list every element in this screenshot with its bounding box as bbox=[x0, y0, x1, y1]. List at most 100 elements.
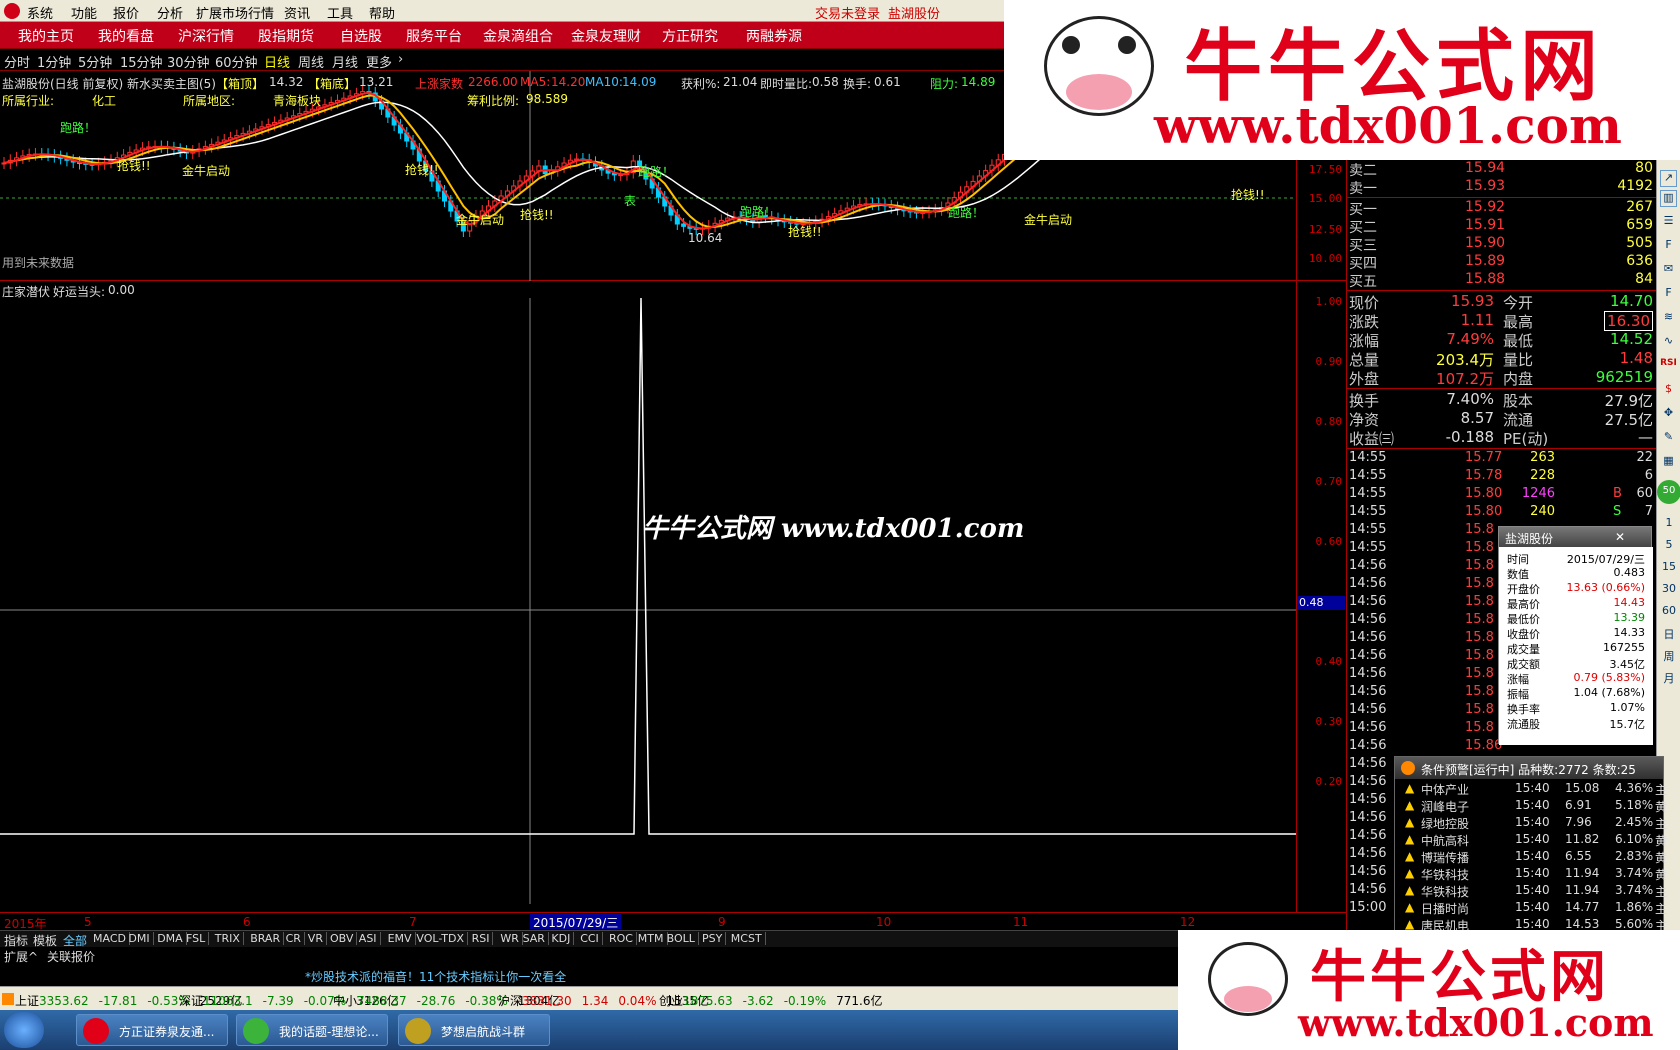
period-15min[interactable]: 15分钟 bbox=[120, 52, 163, 71]
period-weekly[interactable]: 周线 bbox=[298, 52, 324, 71]
task-forum[interactable]: 我的话题-理想论... bbox=[236, 1014, 388, 1046]
alert-time: 15:40 bbox=[1515, 849, 1550, 863]
tab-boll[interactable]: BOLL bbox=[667, 932, 699, 945]
tab-trix[interactable]: TRIX bbox=[215, 932, 244, 945]
zoom-badge[interactable]: 50 bbox=[1657, 480, 1680, 504]
tab-obv[interactable]: OBV bbox=[330, 932, 358, 945]
period-30min[interactable]: 30分钟 bbox=[167, 52, 210, 71]
menu-news[interactable]: 资讯 bbox=[284, 3, 310, 22]
tool-period-6[interactable]: 周 bbox=[1659, 648, 1679, 664]
tab-dma[interactable]: DMA bbox=[157, 932, 187, 945]
compare-icon[interactable]: ≋ bbox=[1660, 310, 1677, 327]
period-more[interactable]: 更多 bbox=[366, 52, 392, 71]
alert-row[interactable]: ▲ 绿地控股 15:40 7.96 2.45% 主 bbox=[1395, 815, 1667, 832]
pen-icon[interactable]: ✎ bbox=[1660, 430, 1677, 447]
tab-dmi[interactable]: DMI bbox=[128, 932, 154, 945]
nav-futures[interactable]: 股指期货 bbox=[258, 26, 314, 46]
tool-period-7[interactable]: 月 bbox=[1659, 670, 1679, 686]
tab-rsi[interactable]: RSI bbox=[472, 932, 494, 945]
tab-cci[interactable]: CCI bbox=[580, 932, 603, 945]
period-daily[interactable]: 日线 bbox=[264, 52, 290, 71]
tab-fsl[interactable]: FSL bbox=[186, 932, 210, 945]
tool-period-1[interactable]: 5 bbox=[1659, 538, 1679, 551]
tool-period-4[interactable]: 60 bbox=[1659, 604, 1679, 617]
period-intraday[interactable]: 分时 bbox=[4, 52, 30, 71]
tab-vol-tdx[interactable]: VOL-TDX bbox=[416, 932, 468, 945]
menu-help[interactable]: 帮助 bbox=[369, 3, 395, 22]
alert-row[interactable]: ▲ 博瑞传播 15:40 6.55 2.83% 黄 bbox=[1395, 849, 1667, 866]
nav-portfolio[interactable]: 金泉滴组合 bbox=[483, 26, 553, 46]
move-icon[interactable]: ✥ bbox=[1660, 406, 1677, 423]
tool-period-0[interactable]: 1 bbox=[1659, 516, 1679, 529]
dollar-icon[interactable]: $ bbox=[1660, 382, 1677, 399]
chevron-right-icon[interactable]: › bbox=[398, 52, 403, 67]
menu-system[interactable]: 系统 bbox=[27, 3, 53, 22]
tab-asi[interactable]: ASI bbox=[359, 932, 381, 945]
extend-button[interactable]: 扩展^ bbox=[4, 948, 38, 965]
tab-mtm[interactable]: MTM bbox=[638, 932, 668, 945]
nav-margin[interactable]: 两融券源 bbox=[746, 26, 802, 46]
tab-roc[interactable]: ROC bbox=[609, 932, 637, 945]
nav-research[interactable]: 方正研究 bbox=[662, 26, 718, 46]
period-1min[interactable]: 1分钟 bbox=[37, 52, 71, 71]
chart-bar-icon[interactable]: ▥ bbox=[1660, 190, 1677, 207]
grid-icon[interactable]: ▦ bbox=[1660, 454, 1677, 471]
menu-extended-market[interactable]: 扩展市场行情 bbox=[196, 3, 274, 22]
tab-wr[interactable]: WR bbox=[500, 932, 523, 945]
rsi-icon[interactable]: RSI bbox=[1660, 358, 1677, 375]
indicator-chart[interactable]: 庄家潜伏 好运当头: 0.00 bbox=[0, 281, 1346, 904]
tab-brar[interactable]: BRAR bbox=[250, 932, 285, 945]
tab-vr[interactable]: VR bbox=[308, 932, 327, 945]
info-key: 开盘价 bbox=[1507, 583, 1540, 596]
promo-link[interactable]: *炒股技术派的福音！11个技术指标让你一次看全 bbox=[305, 968, 566, 985]
task-chat-group[interactable]: 梦想启航战斗群 bbox=[398, 1014, 550, 1046]
alert-row[interactable]: ▲ 润峰电子 15:40 6.91 5.18% 黄 bbox=[1395, 798, 1667, 815]
related-quote-button[interactable]: 关联报价 bbox=[47, 948, 95, 965]
tab-cr[interactable]: CR bbox=[286, 932, 305, 945]
menu-tools[interactable]: 工具 bbox=[327, 3, 353, 22]
tool-period-2[interactable]: 15 bbox=[1659, 560, 1679, 573]
menu-analysis[interactable]: 分析 bbox=[157, 3, 183, 22]
chart-line-icon[interactable]: ↗ bbox=[1660, 170, 1677, 187]
alert-row[interactable]: ▲ 华铁科技 15:40 11.94 3.74% 主 bbox=[1395, 883, 1667, 900]
windows-start-icon[interactable] bbox=[4, 1012, 44, 1048]
tab-sar[interactable]: SAR bbox=[523, 932, 549, 945]
period-60min[interactable]: 60分钟 bbox=[215, 52, 258, 71]
menu-quote[interactable]: 报价 bbox=[113, 3, 139, 22]
nav-finance[interactable]: 金泉友理财 bbox=[571, 26, 641, 46]
sell-volume: 4192 bbox=[1617, 178, 1653, 194]
alert-row[interactable]: ▲ 中体产业 15:40 15.08 4.36% 主 bbox=[1395, 781, 1668, 798]
menu-function[interactable]: 功能 bbox=[71, 3, 97, 22]
f2-icon[interactable]: F bbox=[1660, 286, 1677, 303]
news-icon[interactable]: ✉ bbox=[1660, 262, 1677, 279]
tab-mcst[interactable]: MCST bbox=[731, 932, 766, 945]
task-founder[interactable]: 方正证券泉友通... bbox=[76, 1014, 228, 1046]
info-value: 1.04 (7.68%) bbox=[1573, 686, 1645, 699]
tool-period-3[interactable]: 30 bbox=[1659, 582, 1679, 595]
alert-row[interactable]: ▲ 日播时尚 15:40 14.77 1.86% 主 bbox=[1395, 900, 1667, 917]
index-4[interactable]: 创业1875.63 -3.62 -0.19% 771.6亿 bbox=[659, 992, 893, 1009]
nav-market[interactable]: 沪深行情 bbox=[178, 26, 234, 46]
tool-period-5[interactable]: 日 bbox=[1659, 626, 1679, 642]
tab-emv[interactable]: EMV bbox=[388, 932, 416, 945]
tab-psy[interactable]: PSY bbox=[702, 932, 727, 945]
tick-time: 14:56 bbox=[1349, 846, 1387, 861]
list-icon[interactable]: ☰ bbox=[1660, 214, 1677, 231]
nav-service[interactable]: 服务平台 bbox=[406, 26, 462, 46]
period-5min[interactable]: 5分钟 bbox=[78, 52, 112, 71]
marker-grab-4: 抢钱!! bbox=[788, 225, 822, 239]
f10-icon[interactable]: F bbox=[1660, 238, 1677, 255]
alert-tag: 主 bbox=[1655, 783, 1668, 797]
nav-my-watch[interactable]: 我的看盘 bbox=[98, 26, 154, 46]
close-icon[interactable]: ✕ bbox=[1615, 530, 1625, 544]
alert-row[interactable]: ▲ 华铁科技 15:40 11.94 3.74% 黄 bbox=[1395, 866, 1667, 883]
tab-macd[interactable]: MACD bbox=[93, 932, 130, 945]
tab-kdj[interactable]: KDJ bbox=[551, 932, 575, 945]
sell-row: 卖一 15.93 4192 bbox=[1347, 178, 1657, 197]
alert-row[interactable]: ▲ 中航高科 15:40 11.82 6.10% 黄 bbox=[1395, 832, 1667, 849]
period-monthly[interactable]: 月线 bbox=[332, 52, 358, 71]
wave-icon[interactable]: ∿ bbox=[1660, 334, 1677, 351]
nav-home[interactable]: 我的主页 bbox=[18, 26, 74, 46]
nav-favorites[interactable]: 自选股 bbox=[340, 26, 382, 46]
login-status[interactable]: 交易未登录 bbox=[815, 3, 880, 22]
